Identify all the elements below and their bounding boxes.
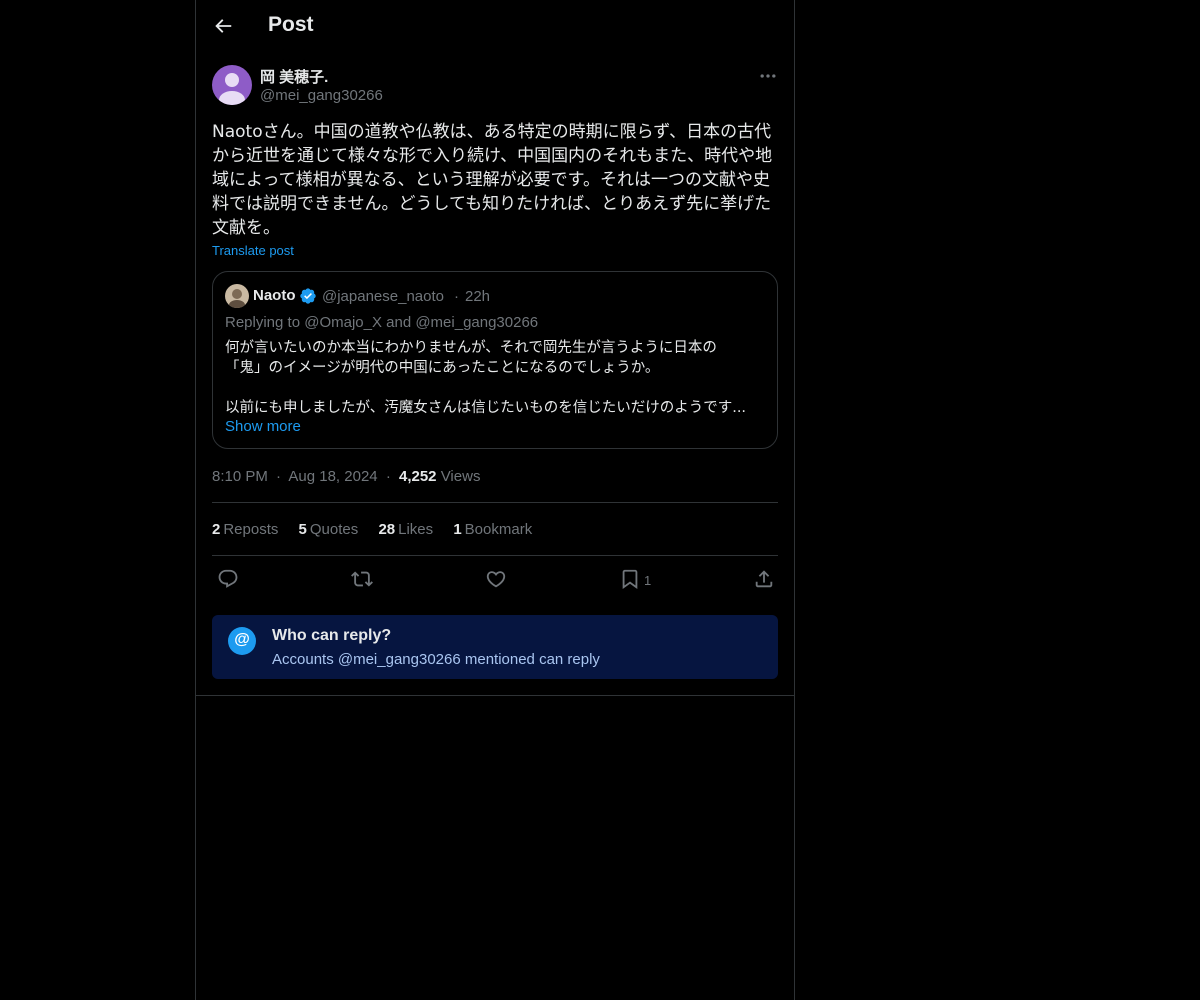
quoted-author-name: Naoto — [253, 287, 296, 304]
post-time[interactable]: 8:10 PM — [212, 468, 268, 485]
post-meta: 8:10 PM · Aug 18, 2024 · 4,252 Views — [212, 468, 480, 485]
post-text: Naotoさん。中国の道教や仏教は、ある特定の時期に限らず、日本の古代から近世を… — [212, 122, 773, 238]
author-display-name[interactable]: 岡 美穂子. — [260, 66, 328, 87]
bookmark-count: 1 — [644, 573, 652, 588]
separator-dot: · — [385, 468, 391, 485]
who-can-reply-banner: @ Who can reply? Accounts @mei_gang30266… — [212, 615, 778, 679]
bookmarks-label: Bookmark — [464, 521, 533, 538]
quoted-post-text: 何が言いたいのか本当にわかりませんが、それで岡先生が言うように日本の 「鬼」のイ… — [225, 338, 765, 418]
quoted-text-line: 「鬼」のイメージが明代の中国にあったことになるのでしょうか。 — [225, 360, 660, 376]
page-title: Post — [268, 13, 314, 36]
verified-badge-icon — [300, 288, 316, 304]
post-date[interactable]: Aug 18, 2024 — [288, 468, 377, 485]
mention-icon: @ — [228, 627, 256, 655]
back-arrow-icon[interactable] — [212, 15, 234, 37]
views-count: 4,252 — [398, 468, 437, 485]
separator-dot: · — [276, 468, 282, 485]
likes-stat[interactable]: 28 Likes — [378, 521, 433, 538]
likes-count: 28 — [378, 521, 396, 538]
show-more-link[interactable]: Show more — [225, 418, 301, 435]
translate-post-link[interactable]: Translate post — [212, 243, 294, 258]
quoted-post-time: 22h — [465, 288, 491, 305]
mention-glyph: @ — [234, 631, 250, 648]
views-label: Views — [440, 468, 481, 485]
quoted-text-line: 以前にも申しましたが、汚魔女さんは信じたいものを信じたいだけのようです... — [225, 400, 747, 416]
reposts-stat[interactable]: 2 Reposts — [212, 521, 278, 538]
reposts-label: Reposts — [223, 521, 279, 538]
who-can-reply-subtitle: Accounts @mei_gang30266 mentioned can re… — [272, 651, 600, 668]
more-options-icon[interactable] — [758, 66, 778, 86]
bookmarks-count: 1 — [453, 521, 462, 538]
quoted-author-avatar — [225, 284, 249, 308]
quotes-count: 5 — [298, 521, 307, 538]
main-column: Post 岡 美穂子. @mei_gang30266 Naotoさん。中国の道教… — [195, 0, 795, 1000]
divider — [196, 695, 794, 696]
divider — [212, 502, 778, 503]
replying-to-label: Replying to @Omajo_X and @mei_gang30266 — [225, 314, 539, 331]
bookmark-icon[interactable] — [619, 568, 641, 590]
reposts-count: 2 — [212, 521, 221, 538]
repost-icon[interactable] — [351, 568, 373, 590]
separator-dot: · — [454, 288, 459, 305]
quotes-stat[interactable]: 5 Quotes — [299, 521, 359, 538]
bookmarks-stat[interactable]: 1 Bookmark — [453, 521, 532, 538]
share-icon[interactable] — [753, 568, 775, 590]
author-avatar[interactable] — [212, 65, 252, 105]
engagement-stats: 2 Reposts 5 Quotes 28 Likes 1 Bookmark — [212, 521, 548, 538]
divider — [212, 555, 778, 556]
quotes-label: Quotes — [309, 521, 359, 538]
post-header: Post — [196, 0, 794, 54]
quoted-text-line: 何が言いたいのか本当にわかりませんが、それで岡先生が言うように日本の — [225, 340, 717, 356]
quoted-author-handle: @japanese_naoto — [322, 288, 444, 305]
quoted-post[interactable]: Naoto @japanese_naoto · 22h Replying to … — [212, 271, 778, 449]
author-handle[interactable]: @mei_gang30266 — [260, 87, 383, 104]
likes-label: Likes — [398, 521, 434, 538]
who-can-reply-title: Who can reply? — [272, 627, 392, 644]
reply-icon[interactable] — [217, 568, 239, 590]
like-heart-icon[interactable] — [485, 568, 507, 590]
